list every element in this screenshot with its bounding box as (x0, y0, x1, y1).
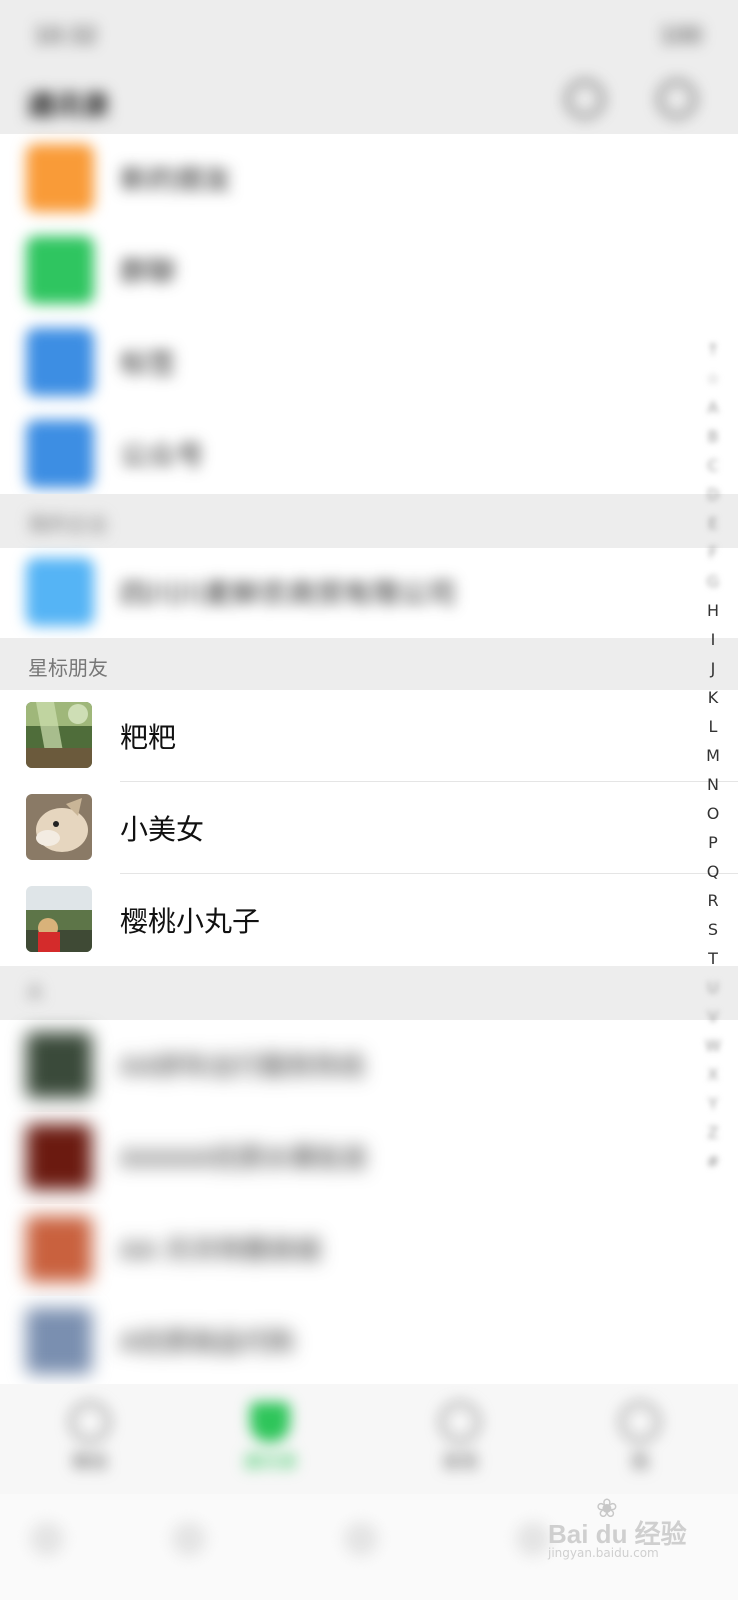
index-letter[interactable]: N (702, 770, 724, 799)
avatar (26, 886, 92, 952)
section-title: 我的企业 (28, 512, 108, 536)
section-header-starred: 星标朋友 (0, 638, 738, 690)
top-header: 通讯录 (0, 72, 738, 134)
person-add-icon (26, 144, 94, 212)
nav-back-icon[interactable] (30, 1522, 64, 1556)
avatar (26, 702, 92, 768)
battery-indicator: 100 (660, 24, 702, 49)
index-letter[interactable]: X (702, 1060, 724, 1089)
add-icon[interactable] (658, 80, 696, 118)
contact-row[interactable]: 粑粑 (0, 690, 738, 782)
watermark-site: jingyan.baidu.com (548, 1546, 659, 1560)
index-letter[interactable]: G (702, 567, 724, 596)
contact-row[interactable]: AAAAA优质水果批发 (0, 1112, 738, 1204)
avatar (26, 1216, 92, 1282)
contact-row[interactable]: 樱桃小丸子 (0, 874, 738, 966)
status-time: 10:32 (34, 24, 98, 49)
tab-label: 通讯录 (243, 1452, 297, 1473)
baidu-watermark: ❀ Bai du 经验 jingyan.baidu.com (548, 1494, 698, 1560)
contact-name: 粑粑 (120, 721, 177, 754)
nav-menu-icon[interactable] (516, 1522, 550, 1556)
nav-home-icon[interactable] (172, 1522, 206, 1556)
tab-label: 微信 (72, 1452, 108, 1473)
avatar (26, 1124, 92, 1190)
group-chats-item[interactable]: 群聊 (0, 226, 738, 318)
tab-discover[interactable]: 发现 (400, 1402, 520, 1474)
contacts-person-icon (250, 1402, 290, 1442)
contact-row[interactable]: 小美女 (0, 782, 738, 874)
section-title: A (28, 980, 42, 1004)
section-title: 星标朋友 (28, 656, 108, 680)
contact-row[interactable]: AA 天天特惠商城 (0, 1204, 738, 1296)
search-icon[interactable] (566, 80, 604, 118)
contact-name: A优质商品代购 (120, 1328, 294, 1358)
chat-bubble-icon (70, 1402, 110, 1442)
contact-name: AA拼车出行服务热线 (120, 1052, 365, 1082)
contact-name: AAAAA优质水果批发 (120, 1144, 368, 1174)
index-letter[interactable]: ↑ (702, 335, 724, 364)
contact-name: 小美女 (120, 813, 205, 846)
bottom-tab-bar: 微信 通讯录 发现 我 (0, 1384, 738, 1494)
index-letter[interactable]: F (702, 538, 724, 567)
index-letter[interactable]: R (702, 886, 724, 915)
index-letter[interactable]: O (702, 799, 724, 828)
index-letter[interactable]: H (702, 596, 724, 625)
avatar (26, 1032, 92, 1098)
contact-row[interactable]: AA拼车出行服务热线 (0, 1020, 738, 1112)
tab-label: 发现 (442, 1452, 478, 1473)
avatar (26, 1308, 92, 1374)
page-title: 通讯录 (26, 89, 111, 122)
index-letter[interactable]: P (702, 828, 724, 857)
official-account-icon (26, 420, 94, 488)
feature-label: 群聊 (120, 255, 177, 288)
index-letter[interactable]: L (702, 712, 724, 741)
index-letter[interactable]: ☆ (702, 364, 724, 393)
tags-item[interactable]: 标签 (0, 318, 738, 410)
index-letter[interactable]: D (702, 480, 724, 509)
person-icon (620, 1402, 660, 1442)
index-letter[interactable]: U (702, 973, 724, 1002)
index-letter[interactable]: I (702, 625, 724, 654)
tag-icon (26, 328, 94, 396)
feature-label: 公众号 (120, 439, 205, 472)
alphabet-index-bar[interactable]: ↑ ☆ A B C D E F G H I J K L M N O P Q R S T U V W X Y Z # (702, 335, 724, 1176)
official-accounts-item[interactable]: 公众号 (0, 410, 738, 502)
company-home-icon (26, 558, 94, 626)
section-header-my-company: 我的企业 (0, 494, 738, 548)
index-letter[interactable]: W (702, 1031, 724, 1060)
index-letter[interactable]: E (702, 509, 724, 538)
status-bar: 10:32 100 (0, 0, 738, 72)
index-letter[interactable]: Z (702, 1118, 724, 1147)
contact-row[interactable]: A优质商品代购 (0, 1296, 738, 1388)
tab-chats[interactable]: 微信 (30, 1402, 150, 1474)
contact-name: AA 天天特惠商城 (120, 1236, 321, 1266)
feature-label: 标签 (120, 347, 177, 380)
new-friends-item[interactable]: 新的朋友 (0, 134, 738, 226)
tab-me[interactable]: 我 (580, 1402, 700, 1474)
index-letter[interactable]: # (702, 1147, 724, 1176)
index-letter[interactable]: A (702, 393, 724, 422)
section-header-a: A (0, 966, 738, 1020)
avatar (26, 794, 92, 860)
tab-label: 我 (631, 1452, 649, 1473)
nav-recent-icon[interactable] (344, 1522, 378, 1556)
index-letter[interactable]: K (702, 683, 724, 712)
compass-icon (440, 1402, 480, 1442)
contact-name: 樱桃小丸子 (120, 905, 261, 938)
index-letter[interactable]: C (702, 451, 724, 480)
index-letter[interactable]: Y (702, 1089, 724, 1118)
index-letter[interactable]: M (702, 741, 724, 770)
index-letter[interactable]: J (702, 654, 724, 683)
feature-label: 新的朋友 (120, 163, 233, 196)
index-letter[interactable]: B (702, 422, 724, 451)
tab-contacts[interactable]: 通讯录 (210, 1402, 330, 1474)
group-icon (26, 236, 94, 304)
index-letter[interactable]: Q (702, 857, 724, 886)
index-letter[interactable]: V (702, 1002, 724, 1031)
index-letter[interactable]: T (702, 944, 724, 973)
index-letter[interactable]: S (702, 915, 724, 944)
company-name: 四川川麦鲜农商贸有限公司 (120, 577, 457, 610)
company-item[interactable]: 四川川麦鲜农商贸有限公司 (0, 548, 738, 638)
